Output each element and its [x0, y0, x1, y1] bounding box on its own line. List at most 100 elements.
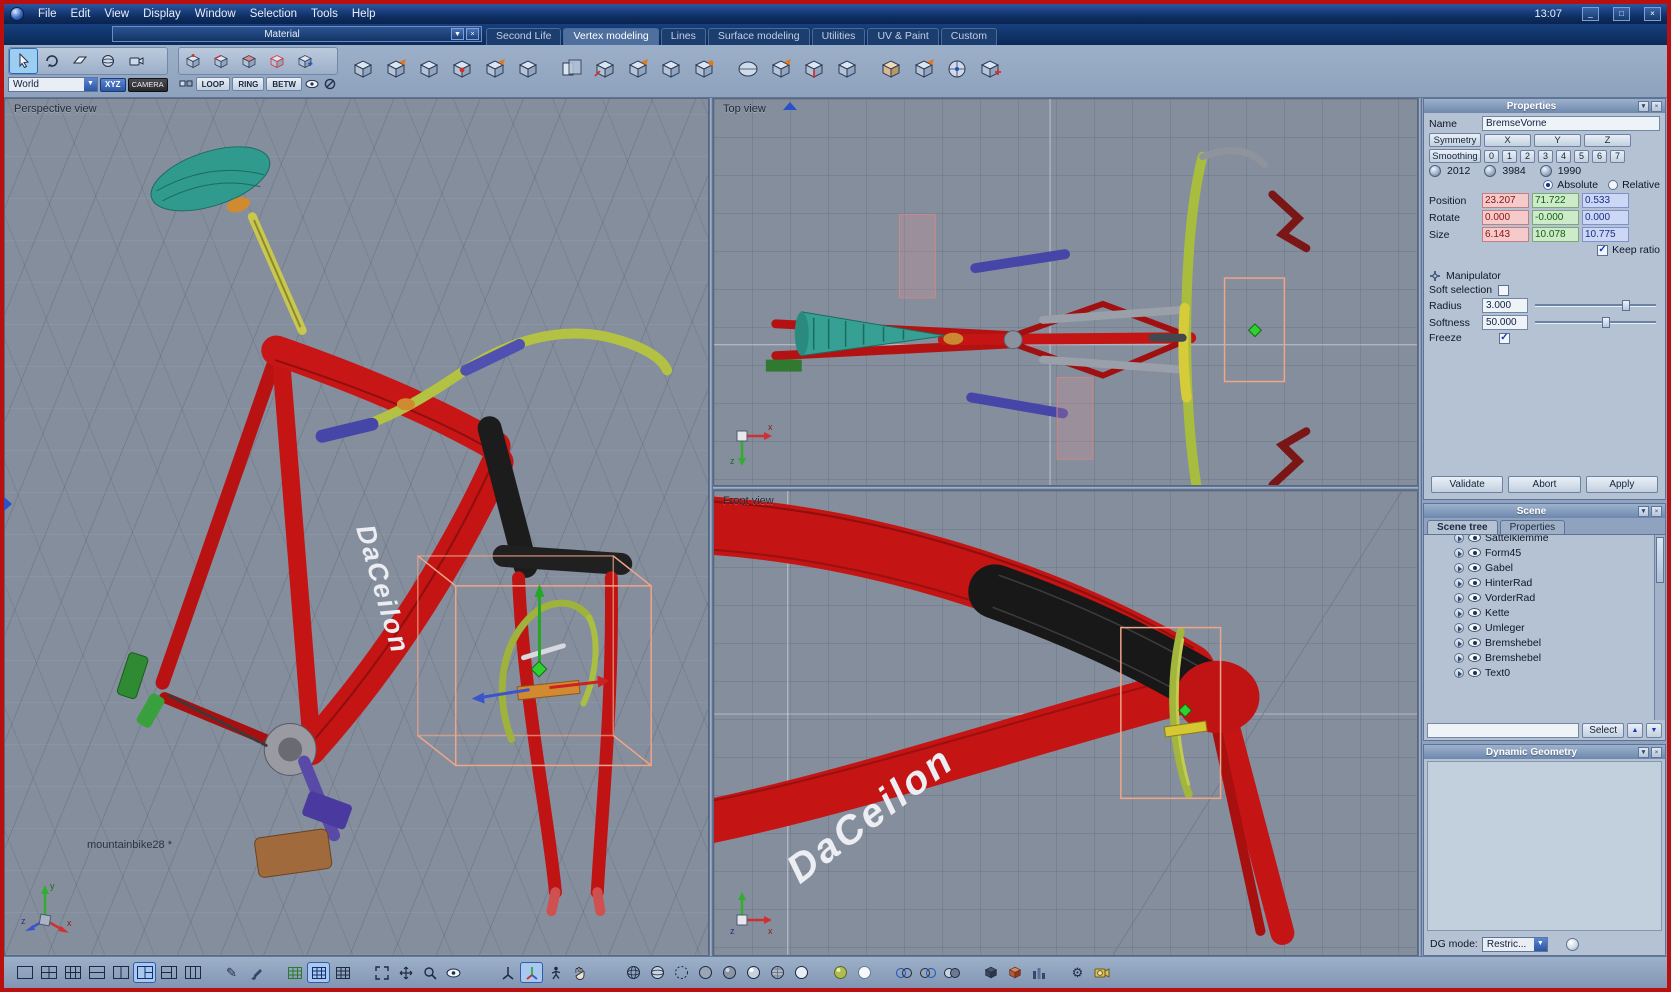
smoothing-level-3[interactable]: 3	[1538, 150, 1553, 163]
tree-item[interactable]: Bremshebel	[1424, 635, 1653, 650]
visibility-eye-icon[interactable]	[1468, 563, 1481, 572]
visibility-eye-icon[interactable]	[1468, 638, 1481, 647]
visibility-eye-icon[interactable]	[1468, 608, 1481, 617]
xyz-button[interactable]: XYZ	[100, 78, 126, 92]
rotate-y-input[interactable]	[1532, 210, 1579, 225]
layout-2x3-icon[interactable]	[62, 963, 83, 982]
expand-icon[interactable]	[1454, 623, 1464, 633]
material-cube-icon[interactable]	[1004, 963, 1025, 982]
softness-input[interactable]	[1482, 315, 1528, 330]
scroll-up-button[interactable]: ▲	[1627, 723, 1643, 738]
soft-selection-checkbox[interactable]: ✓	[1498, 285, 1509, 296]
apply-button[interactable]: Apply	[1586, 476, 1658, 493]
layout-hsplit-icon[interactable]	[86, 963, 107, 982]
rotate-z-input[interactable]	[1582, 210, 1629, 225]
modeling-tool-icon[interactable]	[733, 55, 763, 83]
visibility-eye-icon[interactable]	[1468, 534, 1481, 542]
dynamic-geometry-header[interactable]: Dynamic Geometry ▼ ×	[1424, 745, 1665, 759]
scene-scrollbar-thumb[interactable]	[1656, 537, 1664, 583]
tree-item[interactable]: VorderRad	[1424, 590, 1653, 605]
modeling-tool-icon[interactable]	[447, 55, 477, 83]
axes-icon[interactable]	[497, 963, 518, 982]
softness-slider-thumb[interactable]	[1602, 317, 1610, 328]
multi-mode-icon[interactable]	[292, 49, 319, 73]
modeling-tool-icon[interactable]	[876, 55, 906, 83]
edge-mode-icon[interactable]	[208, 49, 235, 73]
select-button[interactable]: Select	[1582, 723, 1624, 738]
panel-collapse-handle[interactable]	[779, 98, 803, 116]
normals-pair-icon[interactable]	[893, 963, 914, 982]
visibility-eye-icon[interactable]	[1468, 623, 1481, 632]
dg-mode-dropdown-arrow-icon[interactable]: ▼	[1534, 938, 1547, 951]
smoothing-level-7[interactable]: 7	[1610, 150, 1625, 163]
tab-uv-paint[interactable]: UV & Paint	[867, 28, 938, 45]
modeling-tool-icon[interactable]	[832, 55, 862, 83]
scene-dropdown-button[interactable]: ▼	[1638, 506, 1649, 517]
world-dropdown[interactable]: World ▼	[8, 77, 98, 92]
material-sphere-icon[interactable]	[830, 963, 851, 982]
menu-selection[interactable]: Selection	[250, 8, 297, 20]
abort-button[interactable]: Abort	[1508, 476, 1580, 493]
visibility-eye-icon[interactable]	[1468, 668, 1481, 677]
modeling-tool-icon[interactable]	[909, 55, 939, 83]
expand-icon[interactable]	[1454, 638, 1464, 648]
axis-z-button[interactable]: Z	[1584, 134, 1631, 147]
material-panel-header[interactable]: Material ▼ ×	[112, 26, 482, 42]
face-mode-icon[interactable]	[236, 49, 263, 73]
modeling-tool-icon[interactable]	[623, 55, 653, 83]
rotate-view-icon[interactable]	[38, 49, 65, 73]
camera-mode-button[interactable]: CAMERA	[128, 78, 168, 92]
expand-icon[interactable]	[1454, 593, 1464, 603]
normals-pair-flat-icon[interactable]	[941, 963, 962, 982]
menu-tools[interactable]: Tools	[311, 8, 338, 20]
tree-item[interactable]: Text0	[1424, 665, 1653, 680]
menu-window[interactable]: Window	[195, 8, 236, 20]
smoothing-level-0[interactable]: 0	[1484, 150, 1499, 163]
panel-collapse-handle[interactable]	[4, 493, 13, 520]
smoothing-button[interactable]: Smoothing	[1429, 149, 1481, 163]
smoothing-level-5[interactable]: 5	[1574, 150, 1589, 163]
tab-scene-tree[interactable]: Scene tree	[1427, 520, 1498, 534]
tree-item[interactable]: Form45	[1424, 545, 1653, 560]
hand-icon[interactable]	[569, 963, 590, 982]
modeling-tool-icon[interactable]	[590, 55, 620, 83]
menu-file[interactable]: File	[38, 8, 57, 20]
modeling-tool-icon[interactable]	[656, 55, 686, 83]
normals-pair-shaded-icon[interactable]	[917, 963, 938, 982]
expand-icon[interactable]	[1454, 534, 1464, 543]
visibility-icon[interactable]	[304, 77, 320, 91]
tree-item[interactable]: Umleger	[1424, 620, 1653, 635]
visibility-eye-icon[interactable]	[1468, 653, 1481, 662]
tree-item[interactable]: Sattelklemme	[1424, 534, 1653, 545]
size-x-input[interactable]	[1482, 227, 1529, 242]
axis-y-button[interactable]: Y	[1534, 134, 1581, 147]
layout-quad-icon[interactable]	[38, 963, 59, 982]
bounding-box-icon[interactable]	[980, 963, 1001, 982]
shading-flat-icon[interactable]	[695, 963, 716, 982]
visibility-eye-icon[interactable]	[1468, 548, 1481, 557]
pencil-icon[interactable]: ✎	[221, 963, 242, 982]
lasso-select-icon[interactable]	[66, 49, 93, 73]
menu-help[interactable]: Help	[352, 8, 376, 20]
pan-arrows-icon[interactable]	[395, 963, 416, 982]
properties-panel-header[interactable]: Properties ▼ ×	[1424, 99, 1665, 113]
rotate-x-input[interactable]	[1482, 210, 1529, 225]
ring-button[interactable]: RING	[232, 77, 264, 91]
hide-icon[interactable]	[322, 77, 338, 91]
shading-bright-icon[interactable]	[791, 963, 812, 982]
modeling-tool-icon[interactable]	[689, 55, 719, 83]
tab-second-life[interactable]: Second Life	[486, 28, 561, 45]
relative-radio[interactable]	[1608, 180, 1618, 190]
modeling-tool-icon[interactable]	[381, 55, 411, 83]
brush-icon[interactable]	[245, 963, 266, 982]
modeling-tool-icon[interactable]	[414, 55, 444, 83]
minimize-button[interactable]: _	[1582, 7, 1599, 21]
shading-textured-icon[interactable]	[767, 963, 788, 982]
axes-colored-icon[interactable]	[521, 963, 542, 982]
expand-icon[interactable]	[1454, 653, 1464, 663]
shading-hidden-line-icon[interactable]	[647, 963, 668, 982]
snap-grid-blue-icon[interactable]	[308, 963, 329, 982]
viewport-front[interactable]: DaCeilon Front view x z	[713, 490, 1418, 956]
close-button[interactable]: ×	[1644, 7, 1661, 21]
dynamic-geometry-dropdown-button[interactable]: ▼	[1638, 747, 1649, 758]
